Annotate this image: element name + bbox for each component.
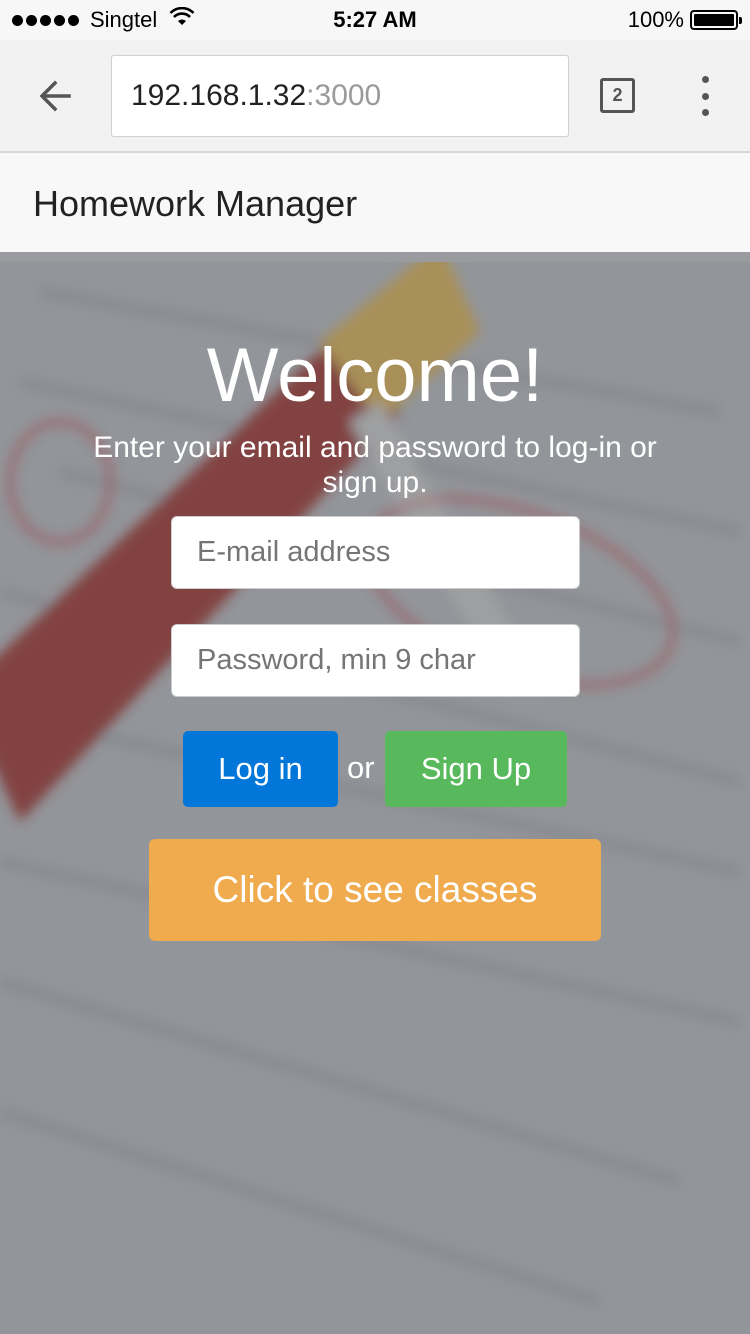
battery-icon xyxy=(690,10,742,30)
url-port: :3000 xyxy=(306,79,382,112)
login-button[interactable]: Log in xyxy=(183,731,338,807)
url-host: 192.168.1.32 xyxy=(131,79,307,112)
see-classes-button[interactable]: Click to see classes xyxy=(149,839,601,941)
email-field[interactable] xyxy=(171,516,580,589)
url-bar[interactable]: 192.168.1.32:3000 xyxy=(111,55,569,137)
overflow-menu-icon[interactable] xyxy=(690,76,720,116)
battery-percent: 100% xyxy=(627,7,684,32)
browser-toolbar: 192.168.1.32:3000 2 xyxy=(0,40,750,153)
signup-button[interactable]: Sign Up xyxy=(385,731,567,807)
welcome-title: Welcome! xyxy=(206,333,544,418)
navbar-divider xyxy=(0,252,750,262)
app-navbar: Homework Manager xyxy=(0,153,750,252)
hero-section: Welcome! Enter your email and password t… xyxy=(0,262,750,1334)
tab-switcher-button[interactable]: 2 xyxy=(600,78,635,113)
hero-overlay xyxy=(0,262,750,1334)
password-field[interactable] xyxy=(171,624,580,697)
app-brand[interactable]: Homework Manager xyxy=(33,183,357,225)
status-bar: Singtel 5:27 AM 100% xyxy=(0,0,750,40)
or-separator: or xyxy=(347,750,375,785)
back-arrow-icon xyxy=(39,80,71,112)
status-right: 100% xyxy=(627,7,742,33)
welcome-subtitle: Enter your email and password to log-in … xyxy=(93,431,657,499)
back-button[interactable] xyxy=(30,74,80,118)
